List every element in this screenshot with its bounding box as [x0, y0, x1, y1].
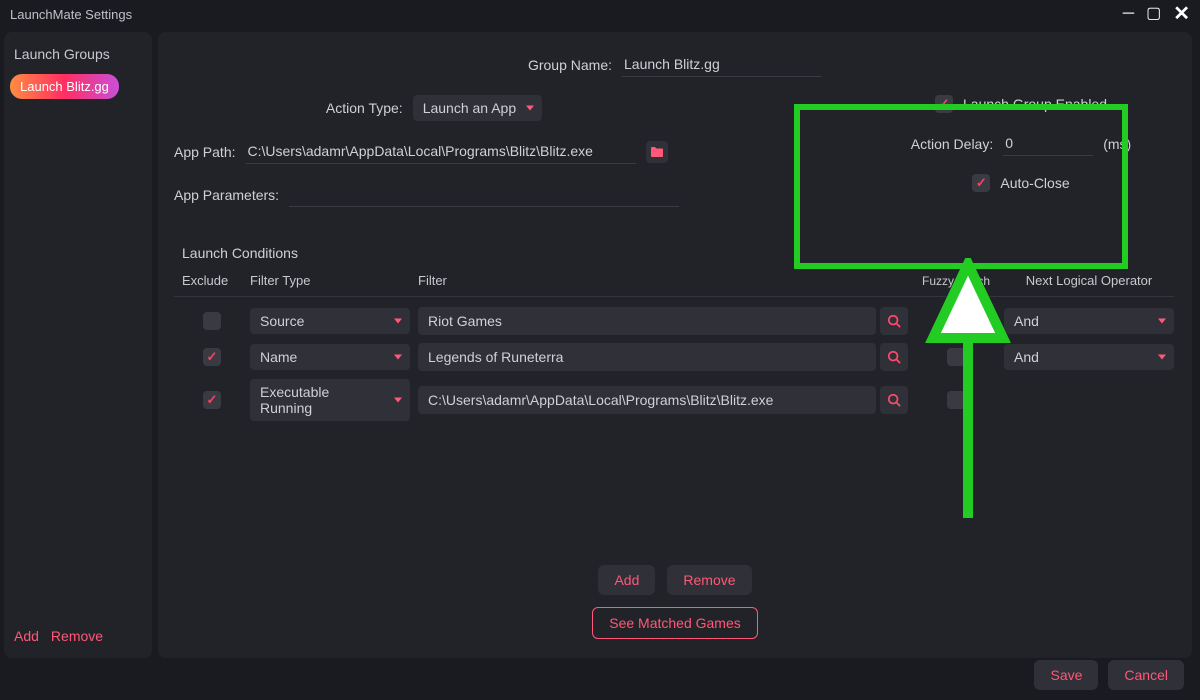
next-op-select[interactable]: And: [1004, 308, 1174, 334]
close-icon[interactable]: ✕: [1173, 4, 1190, 24]
filter-type-select[interactable]: Executable Running: [250, 379, 410, 421]
group-name-label: Group Name:: [528, 57, 612, 73]
maximize-icon[interactable]: ▢: [1146, 6, 1161, 22]
sidebar: Launch Groups Launch Blitz.gg Add Remove: [4, 32, 152, 658]
app-params-label: App Parameters:: [174, 187, 279, 203]
group-name-input[interactable]: [622, 52, 822, 77]
filter-type-select[interactable]: Name: [250, 344, 410, 370]
sidebar-header: Launch Groups: [10, 38, 146, 74]
search-icon[interactable]: [880, 343, 908, 371]
autoclose-label: Auto-Close: [1000, 175, 1069, 191]
action-delay-label: Action Delay:: [911, 136, 993, 152]
main-panel: Group Name: Action Type: Launch an App A…: [158, 32, 1192, 658]
filter-input[interactable]: [418, 386, 876, 414]
conditions-remove-button[interactable]: Remove: [667, 565, 751, 595]
enabled-label: Launch Group Enabled: [963, 96, 1107, 112]
action-delay-unit: (ms): [1103, 136, 1131, 152]
fuzzy-checkbox[interactable]: [947, 312, 965, 330]
app-params-input[interactable]: [289, 182, 679, 207]
see-matched-button[interactable]: See Matched Games: [592, 607, 758, 639]
titlebar: LaunchMate Settings ─ ▢ ✕: [0, 0, 1200, 28]
app-path-label: App Path:: [174, 144, 236, 160]
fuzzy-checkbox[interactable]: [947, 391, 965, 409]
autoclose-checkbox[interactable]: [972, 174, 990, 192]
next-op-select[interactable]: And: [1004, 344, 1174, 370]
app-path-input[interactable]: [246, 139, 636, 164]
sidebar-item-label: Launch Blitz.gg: [20, 79, 109, 94]
conditions-title: Launch Conditions: [182, 245, 1176, 261]
minimize-icon[interactable]: ─: [1123, 6, 1134, 22]
search-icon[interactable]: [880, 307, 908, 335]
sidebar-remove-button[interactable]: Remove: [51, 628, 103, 644]
table-row: Name And: [174, 339, 1174, 375]
exclude-checkbox[interactable]: [203, 348, 221, 366]
window-controls: ─ ▢ ✕: [1123, 4, 1190, 24]
conditions-table: Exclude Filter Type Filter Fuzzy Match N…: [174, 269, 1174, 425]
action-delay-input[interactable]: [1003, 131, 1093, 156]
col-filter-type: Filter Type: [250, 273, 410, 288]
filter-input[interactable]: [418, 343, 876, 371]
action-type-value: Launch an App: [423, 100, 516, 116]
search-icon[interactable]: [880, 386, 908, 414]
window-title: LaunchMate Settings: [10, 7, 132, 22]
action-type-label: Action Type:: [326, 100, 403, 116]
col-next-op: Next Logical Operator: [1004, 273, 1174, 288]
col-exclude: Exclude: [182, 273, 242, 288]
col-filter: Filter: [418, 273, 908, 288]
enabled-checkbox[interactable]: [935, 95, 953, 113]
footer: Save Cancel: [0, 650, 1200, 700]
conditions-add-button[interactable]: Add: [598, 565, 655, 595]
sidebar-item-launch-blitz[interactable]: Launch Blitz.gg: [10, 74, 119, 99]
exclude-checkbox[interactable]: [203, 312, 221, 330]
fuzzy-checkbox[interactable]: [947, 348, 965, 366]
sidebar-add-button[interactable]: Add: [14, 628, 39, 644]
save-button[interactable]: Save: [1034, 660, 1098, 690]
col-fuzzy: Fuzzy Match: [916, 274, 996, 288]
exclude-checkbox[interactable]: [203, 391, 221, 409]
filter-input[interactable]: [418, 307, 876, 335]
table-row: Source And: [174, 303, 1174, 339]
folder-icon[interactable]: [646, 141, 668, 163]
action-type-select[interactable]: Launch an App: [413, 95, 542, 121]
table-row: Executable Running: [174, 375, 1174, 425]
cancel-button[interactable]: Cancel: [1108, 660, 1184, 690]
filter-type-select[interactable]: Source: [250, 308, 410, 334]
